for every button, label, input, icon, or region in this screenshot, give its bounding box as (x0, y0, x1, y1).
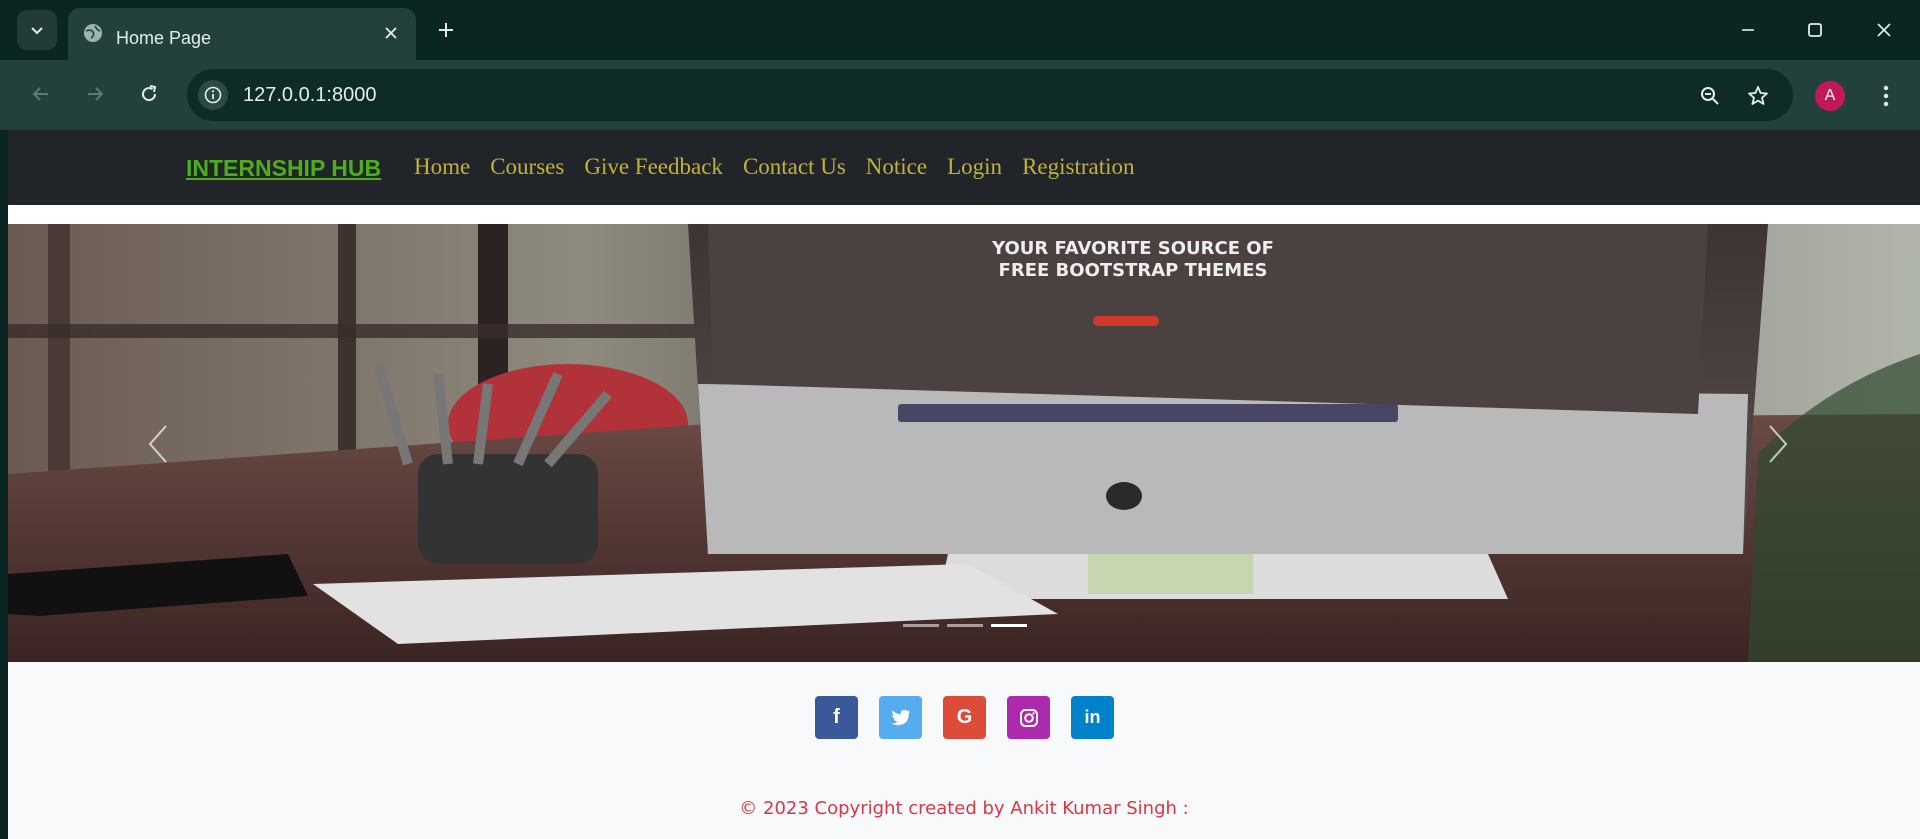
nav-home[interactable]: Home (414, 154, 470, 180)
new-tab-button[interactable] (430, 14, 462, 46)
nav-links: Home Courses Give Feedback Contact Us No… (414, 154, 1135, 180)
carousel-prev-button[interactable] (128, 404, 188, 484)
minimize-button[interactable] (1726, 10, 1770, 50)
plus-icon (439, 23, 453, 37)
social-links: f G in (815, 696, 1114, 739)
spacer-band (8, 205, 1920, 224)
screen-headline-1: YOUR FAVORITE SOURCE OF (991, 238, 1274, 259)
brand-link[interactable]: INTERNSHIP HUB (186, 155, 381, 182)
arrow-right-icon (88, 87, 104, 101)
profile-avatar[interactable]: A (1815, 81, 1845, 111)
reload-icon (142, 85, 157, 102)
nav-login[interactable]: Login (947, 154, 1002, 180)
screen-headline-2: FREE BOOTSTRAP THEMES (999, 260, 1268, 281)
url-text: 127.0.0.1:8000 (243, 84, 377, 106)
nav-courses[interactable]: Courses (490, 154, 564, 180)
bookmark-star-icon[interactable] (1743, 81, 1773, 111)
zoom-icon[interactable] (1695, 81, 1725, 111)
close-window-button[interactable] (1862, 10, 1906, 50)
copyright-text: © 2023 Copyright created by Ankit Kumar … (739, 798, 1189, 819)
google-icon[interactable]: G (943, 696, 986, 739)
maximize-icon (1808, 23, 1822, 37)
carousel-next-button[interactable] (1748, 404, 1808, 484)
hero-carousel: YOUR FAVORITE SOURCE OF FREE BOOTSTRAP T… (8, 224, 1920, 662)
chevron-left-icon (148, 425, 167, 463)
more-vertical-icon (1883, 85, 1889, 107)
carousel-indicator-3[interactable] (991, 624, 1027, 627)
tab-search-button[interactable] (17, 10, 57, 50)
arrow-left-icon (32, 87, 48, 101)
browser-menu-button[interactable] (1872, 78, 1900, 114)
carousel-indicators (903, 624, 1027, 627)
maximize-button[interactable] (1793, 10, 1837, 50)
back-button[interactable] (23, 76, 59, 112)
browser-tab[interactable]: Home Page (68, 8, 416, 60)
carousel-indicator-1[interactable] (903, 624, 939, 627)
window-left-edge (0, 130, 8, 839)
address-bar[interactable]: 127.0.0.1:8000 (187, 69, 1793, 121)
nav-contact-us[interactable]: Contact Us (743, 154, 846, 180)
tab-close-icon[interactable] (378, 20, 404, 46)
reload-button[interactable] (131, 76, 167, 112)
nav-give-feedback[interactable]: Give Feedback (584, 154, 723, 180)
desk-workspace-image: YOUR FAVORITE SOURCE OF FREE BOOTSTRAP T… (8, 224, 1920, 662)
twitter-icon[interactable] (879, 696, 922, 739)
instagram-icon[interactable] (1007, 696, 1050, 739)
chevron-down-icon (31, 27, 43, 35)
close-icon (1877, 23, 1891, 37)
tab-title: Home Page (116, 28, 212, 48)
carousel-indicator-2[interactable] (947, 624, 983, 627)
site-info-icon[interactable] (198, 80, 228, 110)
nav-registration[interactable]: Registration (1022, 154, 1134, 180)
globe-icon (82, 22, 104, 49)
browser-tabstrip: Home Page (0, 0, 1920, 60)
site-navbar: INTERNSHIP HUB Home Courses Give Feedbac… (8, 130, 1920, 205)
nav-notice[interactable]: Notice (866, 154, 927, 180)
browser-toolbar: 127.0.0.1:8000 A (0, 60, 1920, 130)
facebook-icon[interactable]: f (815, 696, 858, 739)
chevron-right-icon (1769, 425, 1788, 463)
page-viewport: INTERNSHIP HUB Home Courses Give Feedbac… (0, 130, 1920, 839)
forward-button[interactable] (77, 76, 113, 112)
minimize-icon (1742, 29, 1754, 31)
linkedin-icon[interactable]: in (1071, 696, 1114, 739)
